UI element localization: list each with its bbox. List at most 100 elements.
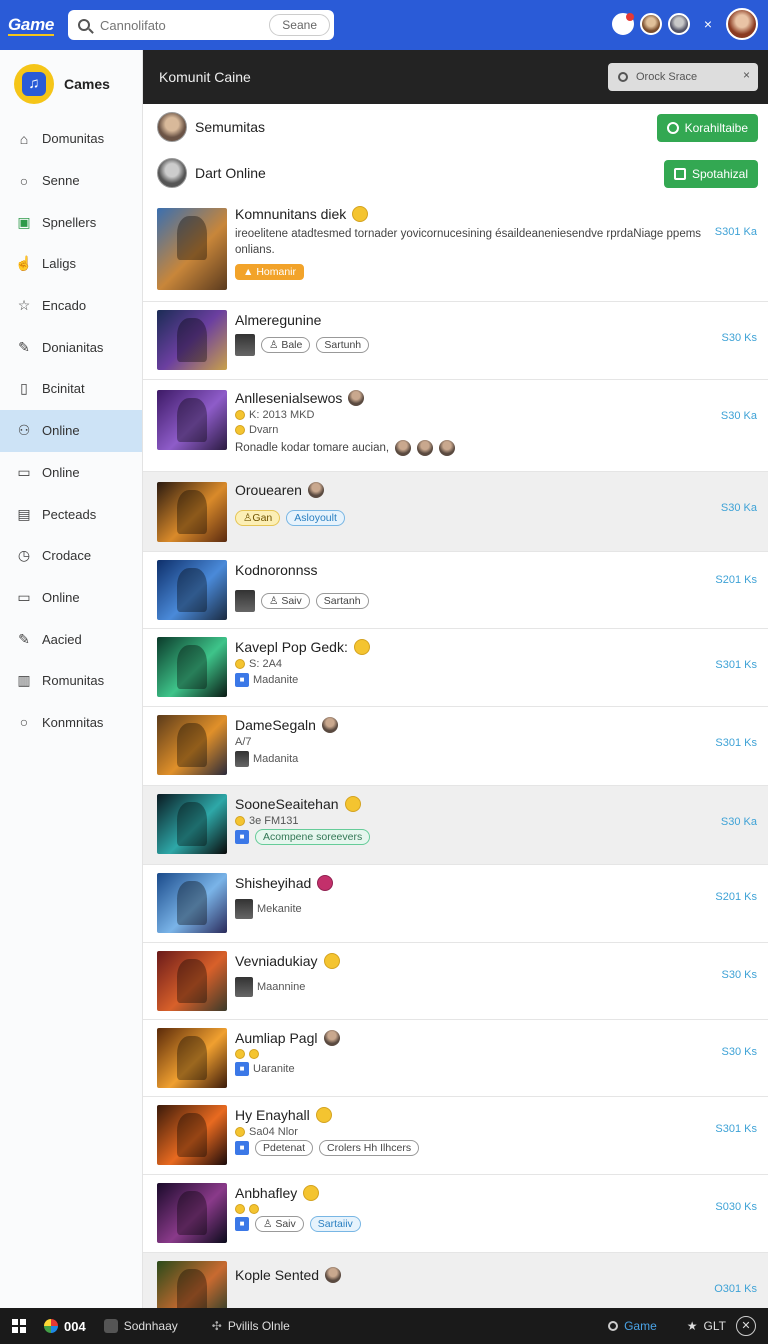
list-item[interactable]: Kople Sented O301 Ks bbox=[143, 1253, 768, 1308]
list-item[interactable]: Vevniadukiay Maannine S30 Ks bbox=[143, 943, 768, 1020]
item-title: Komnunitans diek bbox=[235, 206, 347, 222]
sidebar-item-added[interactable]: ✎ Aacied bbox=[0, 618, 142, 660]
sidebar-item-online[interactable]: ⚇ Online bbox=[0, 409, 142, 452]
sidebar-item-document[interactable]: ▯ Bcinitat bbox=[0, 368, 142, 410]
item-pill[interactable]: Pdetenat bbox=[255, 1140, 314, 1156]
close-icon[interactable]: × bbox=[704, 16, 712, 32]
item-pill[interactable]: Asloyoult bbox=[286, 510, 345, 526]
emoji-icon bbox=[235, 659, 245, 669]
user-avatar bbox=[321, 717, 338, 733]
item-pill[interactable]: Acompene soreevers bbox=[255, 829, 371, 845]
friend-action-button[interactable]: Spotahizal bbox=[663, 160, 758, 188]
emoji-icon bbox=[352, 206, 369, 222]
list-item[interactable]: Anbhafley ■ ♙ Saiv Sartaiiv S030 Ks bbox=[143, 1175, 768, 1253]
emoji-icon bbox=[235, 410, 245, 420]
item-pill[interactable]: ♙ Bale bbox=[261, 337, 311, 353]
list-item[interactable]: Anllesenialsewos K: 2013 MKD Dvarn Ronad… bbox=[143, 380, 768, 472]
list-item[interactable]: Kavepl Pop Gedk: S: 2A4 ■ Madanite S301 K… bbox=[143, 629, 768, 707]
item-pill[interactable]: ♙ Saiv bbox=[255, 1216, 304, 1232]
sidebar-item-likes[interactable]: ☝ Laligs bbox=[0, 243, 142, 285]
item-pill[interactable]: ♙Gan bbox=[235, 510, 281, 526]
sidebar-item-folder[interactable]: ▭ Online bbox=[0, 577, 142, 619]
sidebar-item-history[interactable]: ◷ Crodace bbox=[0, 535, 142, 577]
item-title: Kavepl Pop Gedk: bbox=[235, 639, 348, 655]
list-item[interactable]: Almeregunine ♙ Bale Sartunh S30 Ks bbox=[143, 302, 768, 380]
friend-avatar[interactable] bbox=[639, 13, 662, 35]
pencil-icon: ✎ bbox=[18, 630, 30, 647]
game-thumbnail bbox=[157, 794, 227, 854]
list-item[interactable]: SooneSeaitehan 3e FM131 ■ Acompene soreev… bbox=[143, 786, 768, 865]
taskbar-app[interactable]: ★ GLT bbox=[687, 1319, 726, 1333]
user-avatar bbox=[439, 440, 456, 456]
document-icon: ▯ bbox=[20, 380, 28, 397]
item-pill[interactable]: Sartaiiv bbox=[309, 1216, 361, 1232]
xbox-icon[interactable]: ✕ bbox=[736, 1316, 756, 1336]
user-avatar[interactable] bbox=[726, 8, 758, 40]
sidebar: ♫ Cames ⌂ Domunitas ○ Senne ▣ Spnellers ☝ La… bbox=[0, 50, 143, 1308]
sidebar-item-search[interactable]: ○ Senne bbox=[0, 160, 142, 202]
search-button[interactable]: Seane bbox=[269, 14, 330, 36]
emoji-icon bbox=[303, 1185, 320, 1201]
clear-search-icon[interactable]: × bbox=[743, 68, 750, 82]
page-icon: ▤ bbox=[17, 505, 31, 522]
top-search-input[interactable] bbox=[100, 17, 260, 33]
item-title: Anbhafley bbox=[235, 1185, 298, 1201]
item-pill[interactable]: Sartanh bbox=[315, 593, 369, 609]
item-price: S30 Ka bbox=[720, 410, 757, 422]
item-price: S030 Ks bbox=[715, 1201, 757, 1213]
list-item[interactable]: Kodnoronnss ♙ Saiv Sartanh S201 Ks bbox=[143, 552, 768, 629]
item-pill[interactable]: Sartunh bbox=[316, 337, 370, 353]
sidebar-item-label: Online bbox=[42, 464, 80, 480]
item-title: Anllesenialsewos bbox=[235, 390, 343, 406]
logo-text: Game bbox=[8, 15, 55, 36]
list-item[interactable]: DameSegaln A/7 Madanita S301 Ks bbox=[143, 707, 768, 786]
sidebar-item-chat[interactable]: ○ Konmnitas bbox=[0, 702, 142, 744]
sidebar-item-label: Online bbox=[42, 423, 80, 439]
app-logo[interactable]: Game bbox=[8, 15, 66, 36]
like-icon: ☝ bbox=[15, 255, 33, 272]
game-platform-icon: ■ bbox=[235, 830, 249, 844]
list-item[interactable]: Komnunitans diek ireoelitene atadtesmed … bbox=[143, 196, 768, 302]
sidebar-item-label: Romunitas bbox=[42, 673, 105, 689]
game-thumbnail bbox=[157, 310, 227, 370]
sidebar-item-players[interactable]: ▣ Spnellers bbox=[0, 201, 142, 243]
sidebar-item-starred[interactable]: ☆ Encado bbox=[0, 285, 142, 327]
friend-row[interactable]: Semumitas Korahiltaibe bbox=[143, 104, 768, 150]
list-item[interactable]: Hy Enayhall Sa04 Nlor ■ Pdetenat Crolers H… bbox=[143, 1097, 768, 1175]
sidebar-item-clipboard[interactable]: ▥ Romunitas bbox=[0, 660, 142, 702]
sidebar-item-label: Aacied bbox=[42, 631, 82, 647]
top-search-box[interactable]: Seane bbox=[68, 10, 334, 40]
search-icon: ○ bbox=[19, 172, 29, 189]
search-icon bbox=[608, 1321, 619, 1331]
friend-avatar bbox=[157, 112, 187, 142]
sidebar-item-online-files[interactable]: ▭ Online bbox=[0, 452, 142, 494]
friend-row[interactable]: Dart Online Spotahizal bbox=[143, 150, 768, 196]
item-description: ireoelitene atadtesmed tornader yovicorn… bbox=[235, 228, 702, 256]
friend-action-button[interactable]: Korahiltaibe bbox=[656, 114, 758, 142]
list-item[interactable]: Orouearen ♙Gan Asloyoult S30 Ka bbox=[143, 472, 768, 552]
sidebar-item-home[interactable]: ⌂ Domunitas bbox=[0, 118, 142, 160]
home-icon: ⌂ bbox=[19, 130, 29, 147]
sidebar-item-label: Laligs bbox=[42, 256, 76, 272]
top-right-controls: × bbox=[611, 8, 758, 40]
taskbar-app[interactable]: Sodnhaay bbox=[103, 1319, 178, 1333]
taskbar-app[interactable]: 004 bbox=[44, 1319, 86, 1334]
notification-icon[interactable] bbox=[611, 13, 634, 35]
item-pill[interactable]: ♙ Saiv bbox=[261, 593, 310, 609]
list-item[interactable]: Shisheyihad Mekanite S201 Ks bbox=[143, 865, 768, 943]
friend-avatar[interactable] bbox=[667, 13, 690, 35]
item-title: Aumliap Pagl bbox=[235, 1030, 318, 1046]
windows-start-icon[interactable] bbox=[12, 1319, 26, 1333]
sidebar-item-edit[interactable]: ✎ Donianitas bbox=[0, 326, 142, 368]
taskbar-search[interactable]: Game bbox=[608, 1319, 657, 1333]
list-item[interactable]: Aumliap Pagl ■ Uaranite S30 Ks bbox=[143, 1020, 768, 1097]
sidebar-item-pages[interactable]: ▤ Pecteads bbox=[0, 493, 142, 535]
brand[interactable]: ♫ Cames bbox=[0, 50, 142, 118]
game-platform-icon: ■ bbox=[235, 1217, 249, 1231]
item-tag[interactable]: ▲ Homanir bbox=[235, 264, 304, 280]
game-platform-icon: ■ bbox=[235, 1062, 249, 1076]
header-search-box[interactable]: Orock Srace × bbox=[608, 63, 758, 91]
taskbar-app[interactable]: ✣ Pvilils Olnle bbox=[212, 1319, 290, 1333]
item-pill[interactable]: Crolers Hh Ilhcers bbox=[319, 1140, 420, 1156]
content-list: Semumitas Korahiltaibe Dart Online Spota… bbox=[143, 104, 768, 1308]
